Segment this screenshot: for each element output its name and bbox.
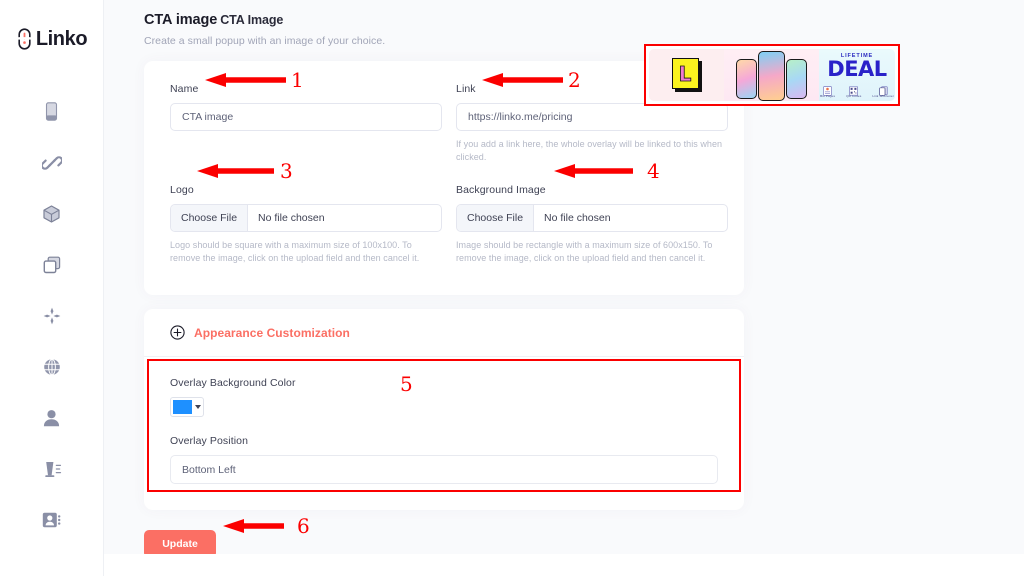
annotation-number-2: 2 [568,70,581,90]
background-image-choose-file-button[interactable]: Choose File [457,205,534,231]
bottom-strip [104,554,1024,576]
logo-field-group: Logo Choose File No file chosen Logo sho… [170,184,442,265]
megaphone-icon [42,460,62,478]
phone-mockup-left [736,59,757,99]
app-root: Linko [0,0,1024,576]
bio-page-icon [823,83,832,93]
linko-logo-icon [16,28,33,50]
promo-feature-item: QR Codes [846,83,861,98]
logo-file-input[interactable]: Choose File No file chosen [170,204,442,232]
promo-feature-label: QR Codes [846,94,861,98]
mobile-phone-icon [44,102,59,121]
sidebar-item-account[interactable] [26,392,78,443]
brand-logo[interactable]: Linko [16,26,87,52]
page-title-main: CTA image [144,12,217,28]
link-helper-text: If you add a link here, the whole overla… [456,138,728,164]
sidebar-item-sparkle[interactable] [26,290,78,341]
sidebar-item-announcements[interactable] [26,443,78,494]
annotation-number-6: 6 [297,516,310,536]
promo-logo-tile-icon: L [672,58,702,92]
contact-card-icon [42,512,61,528]
person-icon [43,409,60,427]
sidebar-item-pages[interactable] [26,239,78,290]
appearance-card: Appearance Customization Overlay Backgro… [144,309,744,510]
link-chain-icon [42,153,62,173]
sidebar-item-domains[interactable] [26,341,78,392]
page-title-suffix: CTA Image [220,13,283,27]
promo-feature-item: Link Shortener [872,83,894,98]
page-title: CTA imageCTA Image [144,12,1000,28]
sidebar: Linko [0,0,104,576]
form-row-1: Name CTA image Link https://linko.me/pri… [170,83,718,164]
logo-helper-text: Logo should be square with a maximum siz… [170,239,442,265]
sidebar-nav [0,86,103,545]
plus-circle-icon [170,325,185,340]
promo-features: Bio Pages QR Codes Link Shortener [820,83,894,98]
chevron-down-icon [195,405,201,409]
name-input[interactable]: CTA image [170,103,442,131]
overlay-position-select[interactable]: Bottom Left [170,455,718,484]
annotation-number-3: 3 [280,161,293,181]
logo-choose-file-button[interactable]: Choose File [171,205,248,231]
appearance-toggle[interactable]: Appearance Customization [144,309,744,356]
sidebar-item-cube[interactable] [26,188,78,239]
overlay-background-color-picker[interactable] [170,397,204,417]
promo-banner-highlight: L LIFETIME DEAL [644,44,900,106]
promo-deal-panel: LIFETIME DEAL Bio Pages QR Codes [819,49,895,101]
link-input[interactable]: https://linko.me/pricing [456,103,728,131]
promo-feature-label: Link Shortener [872,94,894,98]
name-field-group: Name CTA image [170,83,442,164]
brand-name: Linko [36,29,87,49]
background-image-file-status: No file chosen [534,205,621,231]
form-row-2: Logo Choose File No file chosen Logo sho… [170,184,718,265]
sidebar-item-mobile[interactable] [26,86,78,137]
logo-label: Logo [170,184,442,196]
promo-feature-item: Bio Pages [820,83,835,98]
annotation-number-5: 5 [400,374,413,394]
overlay-background-color-label: Overlay Background Color [170,377,718,389]
sidebar-item-contacts[interactable] [26,494,78,545]
promo-deal-label: DEAL [827,59,886,80]
qr-code-icon [849,83,858,93]
sparkle-icon [43,307,61,325]
promo-feature-label: Bio Pages [820,94,835,98]
annotation-number-1: 1 [291,70,304,90]
background-image-file-input[interactable]: Choose File No file chosen [456,204,728,232]
overlay-position-label: Overlay Position [170,435,718,447]
promo-logo-panel: L [649,49,724,101]
link-shortener-icon [879,83,888,93]
promo-phones-panel [724,49,819,101]
promo-banner[interactable]: L LIFETIME DEAL [649,49,895,101]
phone-mockup-center [758,51,785,101]
annotation-number-4: 4 [647,161,660,181]
color-swatch [173,400,192,414]
name-label: Name [170,83,442,95]
background-image-helper-text: Image should be rectangle with a maximum… [456,239,728,265]
sidebar-item-links[interactable] [26,137,78,188]
background-image-label: Background Image [456,184,728,196]
promo-logo-letter: L [679,64,692,84]
appearance-title: Appearance Customization [194,326,350,340]
copy-squares-icon [43,256,61,274]
appearance-body: Overlay Background Color Overlay Positio… [144,356,744,510]
globe-grid-icon [43,358,61,376]
background-image-field-group: Background Image Choose File No file cho… [456,184,728,265]
phone-mockup-right [786,59,807,99]
cube-icon [43,205,60,223]
logo-file-status: No file chosen [248,205,335,231]
